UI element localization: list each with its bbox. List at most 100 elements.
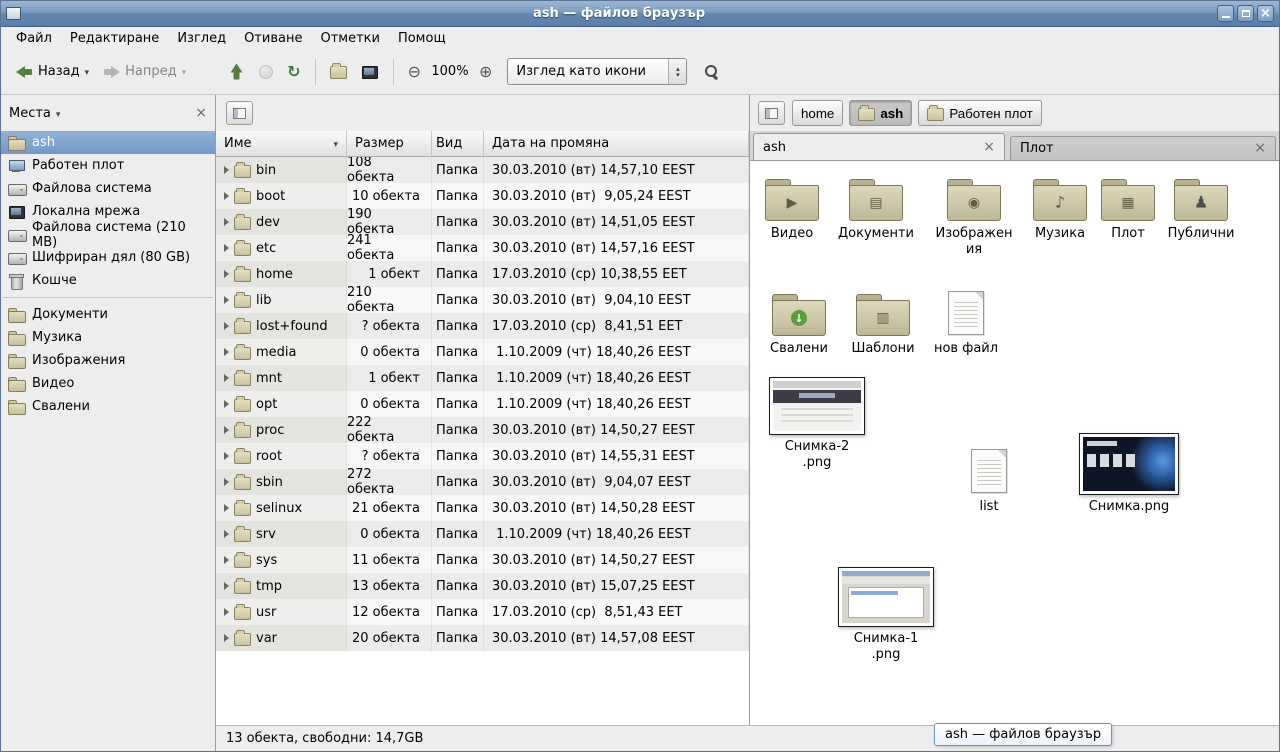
expander-icon[interactable] — [224, 478, 229, 486]
forward-button[interactable]: Напред — [96, 55, 193, 89]
grid-item[interactable]: Снимка-2.png — [775, 377, 859, 472]
table-row[interactable]: mnt 1 обект Папка 1.10.2009 (чт) 18,40,2… — [216, 365, 749, 391]
menu-item[interactable]: Редактиране — [61, 29, 168, 48]
sidebar-place-item[interactable]: Видео — [1, 372, 215, 395]
table-row[interactable]: proc 222 обекта Папка 30.03.2010 (вт) 14… — [216, 417, 749, 443]
expander-icon[interactable] — [224, 556, 229, 564]
tab-close-icon[interactable] — [1254, 141, 1266, 156]
expander-icon[interactable] — [224, 452, 229, 460]
grid-item[interactable]: Документи — [834, 174, 918, 242]
expander-icon[interactable] — [224, 348, 229, 356]
menu-item[interactable]: Отиване — [235, 29, 311, 48]
expander-icon[interactable] — [224, 244, 229, 252]
grid-item[interactable]: Видео — [750, 174, 834, 242]
expander-icon[interactable] — [224, 322, 229, 330]
grid-item[interactable]: Свалени — [757, 289, 841, 357]
zoom-in-button[interactable] — [472, 55, 499, 89]
grid-item[interactable]: Шаблони — [841, 289, 925, 357]
column-header-type[interactable]: Вид — [432, 131, 484, 157]
sidebar-place-item[interactable]: Изображения — [1, 349, 215, 372]
table-row[interactable]: srv 0 обекта Папка 1.10.2009 (чт) 18,40,… — [216, 521, 749, 547]
table-row[interactable]: bin 108 обекта Папка 30.03.2010 (вт) 14,… — [216, 157, 749, 183]
expander-icon[interactable] — [224, 504, 229, 512]
expander-icon[interactable] — [224, 374, 229, 382]
combo-spinner-icon[interactable]: ▴▾ — [668, 59, 686, 84]
home-button[interactable] — [323, 55, 354, 89]
table-row[interactable]: dev 190 обекта Папка 30.03.2010 (вт) 14,… — [216, 209, 749, 235]
grid-item[interactable]: list — [947, 447, 1031, 515]
table-row[interactable]: opt 0 обекта Папка 1.10.2009 (чт) 18,40,… — [216, 391, 749, 417]
up-button[interactable] — [221, 55, 252, 89]
stop-button[interactable] — [252, 55, 280, 89]
column-header-size[interactable]: Размер — [347, 131, 432, 157]
expander-icon[interactable] — [224, 608, 229, 616]
column-header-name[interactable]: Име — [216, 131, 347, 157]
column-header-date[interactable]: Дата на промяна — [484, 131, 749, 157]
sidebar-place-item[interactable]: Свалени — [1, 395, 215, 418]
table-row[interactable]: sys 11 обекта Папка 30.03.2010 (вт) 14,5… — [216, 547, 749, 573]
sidebar-place-item[interactable]: Файлова система (210 MB) — [1, 223, 215, 246]
table-row[interactable]: home 1 обект Папка 17.03.2010 (ср) 10,38… — [216, 261, 749, 287]
sidebar-place-item[interactable]: Файлова система — [1, 177, 215, 200]
expander-icon[interactable] — [224, 582, 229, 590]
sidebar-title[interactable]: Места — [9, 106, 51, 121]
tab[interactable]: Плот — [1010, 136, 1276, 160]
sidebar-place-item[interactable]: Работен плот — [1, 154, 215, 177]
breadcrumb-button[interactable]: home — [792, 100, 843, 126]
table-row[interactable]: var 20 обекта Папка 30.03.2010 (вт) 14,5… — [216, 625, 749, 651]
pane-toggle-button[interactable] — [758, 101, 785, 125]
table-row[interactable]: lost+found ? обекта Папка 17.03.2010 (ср… — [216, 313, 749, 339]
titlebar[interactable]: ash — файлов браузър — [1, 1, 1279, 27]
sidebar-place-item[interactable]: Шифриран дял (80 GB) — [1, 246, 215, 269]
table-row[interactable]: media 0 обекта Папка 1.10.2009 (чт) 18,4… — [216, 339, 749, 365]
table-row[interactable]: boot 10 обекта Папка 30.03.2010 (вт) 9,0… — [216, 183, 749, 209]
expander-icon[interactable] — [224, 166, 229, 174]
table-row[interactable]: tmp 13 обекта Папка 30.03.2010 (вт) 15,0… — [216, 573, 749, 599]
expander-icon[interactable] — [224, 530, 229, 538]
grid-item[interactable]: Изображения — [932, 174, 1016, 259]
expander-icon[interactable] — [224, 400, 229, 408]
close-button[interactable] — [1257, 5, 1274, 22]
table-row[interactable]: usr 12 обекта Папка 17.03.2010 (ср) 8,51… — [216, 599, 749, 625]
grid-item[interactable]: Снимка.png — [1087, 433, 1171, 515]
table-row[interactable]: sbin 272 обекта Папка 30.03.2010 (вт) 9,… — [216, 469, 749, 495]
tab[interactable]: ash — [753, 133, 1005, 160]
table-row[interactable]: selinux 21 обекта Папка 30.03.2010 (вт) … — [216, 495, 749, 521]
sidebar-place-item[interactable]: Документи — [1, 303, 215, 326]
breadcrumb-button[interactable]: Работен плот — [918, 100, 1041, 126]
minimize-button[interactable] — [1217, 5, 1234, 22]
tab-close-icon[interactable] — [983, 140, 995, 155]
menu-item[interactable]: Отметки — [311, 29, 388, 48]
back-button[interactable]: Назад — [9, 55, 96, 89]
search-button[interactable] — [697, 55, 726, 89]
grid-item[interactable]: Плот — [1086, 174, 1170, 242]
zoom-out-button[interactable] — [401, 55, 428, 89]
breadcrumb-button[interactable]: ash — [849, 100, 912, 126]
table-row[interactable]: root ? обекта Папка 30.03.2010 (вт) 14,5… — [216, 443, 749, 469]
menu-item[interactable]: Изглед — [168, 29, 235, 48]
expander-icon[interactable] — [224, 426, 229, 434]
sidebar-place-item[interactable]: ash — [1, 131, 215, 154]
maximize-button[interactable] — [1237, 5, 1254, 22]
pane-toggle-button[interactable] — [226, 101, 253, 125]
expander-icon[interactable] — [224, 192, 229, 200]
computer-button[interactable] — [354, 55, 386, 89]
expander-icon[interactable] — [224, 634, 229, 642]
expander-icon[interactable] — [224, 296, 229, 304]
table-row[interactable]: etc 241 обекта Папка 30.03.2010 (вт) 14,… — [216, 235, 749, 261]
view-mode-select[interactable]: Изглед като икони ▴▾ — [507, 58, 687, 85]
sidebar-place-item[interactable]: Кошче — [1, 269, 215, 292]
chevron-down-icon[interactable] — [56, 106, 61, 121]
taskbar-window-label[interactable]: ash — файлов браузър — [934, 723, 1112, 746]
reload-button[interactable] — [280, 55, 307, 89]
table-row[interactable]: lib 210 обекта Папка 30.03.2010 (вт) 9,0… — [216, 287, 749, 313]
expander-icon[interactable] — [224, 270, 229, 278]
menu-item[interactable]: Файл — [7, 29, 61, 48]
sidebar-close-icon[interactable] — [195, 106, 207, 121]
grid-item[interactable]: Снимка-1.png — [844, 567, 928, 664]
expander-icon[interactable] — [224, 218, 229, 226]
back-history-chevron-icon[interactable] — [85, 64, 90, 79]
sidebar-place-item[interactable]: Музика — [1, 326, 215, 349]
grid-item[interactable]: Публични — [1159, 174, 1243, 242]
grid-item[interactable]: нов файл — [924, 289, 1008, 357]
